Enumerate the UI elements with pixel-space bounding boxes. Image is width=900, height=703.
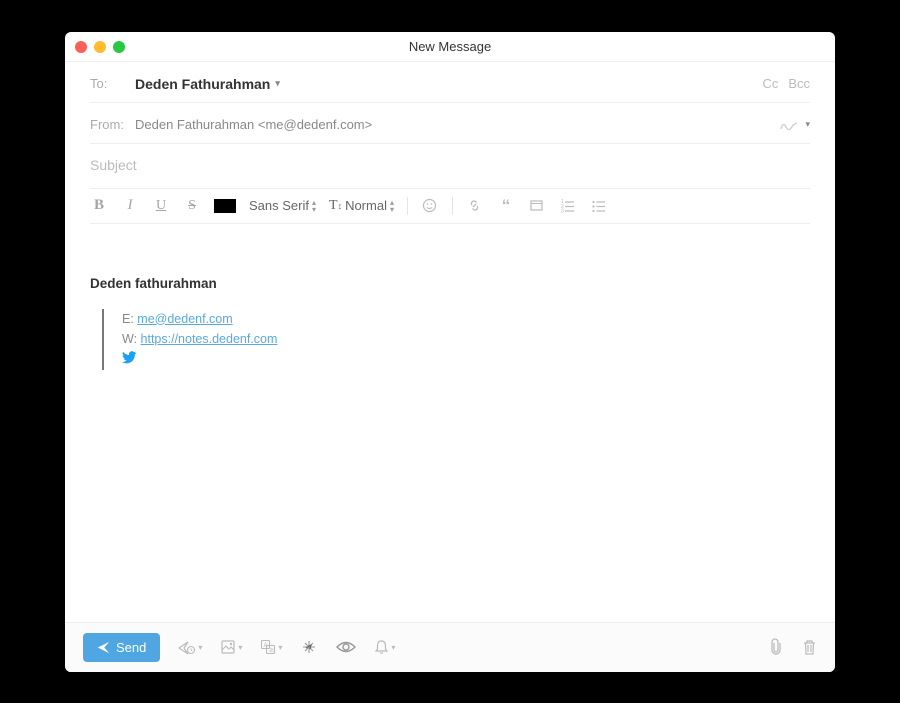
recipient-name: Deden Fathurahman: [135, 76, 270, 92]
emoji-button[interactable]: [421, 197, 439, 215]
compose-window: New Message To: Deden Fathurahman ▾ Cc B…: [65, 32, 835, 672]
format-toolbar: B I U S Sans Serif ▴▾ T↕ Normal ▴▾ “: [90, 189, 810, 224]
reminder-button[interactable]: ▾: [374, 639, 395, 655]
svg-text:3: 3: [561, 209, 564, 214]
read-receipt-button[interactable]: [336, 640, 356, 654]
from-row: From: Deden Fathurahman <me@dedenf.com> …: [90, 103, 810, 144]
signature-block: E: me@dedenf.com W: https://notes.dedenf…: [102, 309, 810, 370]
to-row: To: Deden Fathurahman ▾ Cc Bcc: [90, 62, 810, 103]
window-controls: [75, 41, 125, 53]
svg-text:あ: あ: [269, 648, 274, 654]
recipient-chip[interactable]: Deden Fathurahman ▾: [135, 76, 280, 92]
message-body[interactable]: Deden fathurahman E: me@dedenf.com W: ht…: [90, 224, 810, 622]
signature-web-line: W: https://notes.dedenf.com: [122, 329, 810, 349]
divider: [452, 197, 453, 215]
signature-email-link[interactable]: me@dedenf.com: [137, 312, 232, 326]
chevron-down-icon: ▾: [275, 78, 280, 89]
zoom-button[interactable]: [113, 41, 125, 53]
bottom-toolbar: Send ▾ ▾ Aあ ▾ ▾: [65, 622, 835, 672]
code-block-button[interactable]: [528, 197, 546, 215]
bcc-button[interactable]: Bcc: [788, 76, 810, 91]
cc-button[interactable]: Cc: [762, 76, 778, 91]
attachment-button[interactable]: [768, 638, 784, 656]
updown-icon: ▴▾: [390, 199, 394, 213]
signature-email-line: E: me@dedenf.com: [122, 309, 810, 329]
underline-button[interactable]: U: [152, 197, 170, 215]
to-label: To:: [90, 76, 135, 91]
minimize-button[interactable]: [94, 41, 106, 53]
text-color-button[interactable]: [214, 199, 236, 213]
strikethrough-button[interactable]: S: [183, 197, 201, 215]
divider: [407, 197, 408, 215]
numbered-list-button[interactable]: 123: [559, 197, 577, 215]
chevron-down-icon: ▾: [805, 119, 810, 130]
close-button[interactable]: [75, 41, 87, 53]
bullet-list-button[interactable]: [590, 197, 608, 215]
send-button[interactable]: Send: [83, 633, 160, 662]
window-title: New Message: [409, 39, 491, 54]
quote-button[interactable]: “: [497, 197, 515, 215]
text-size-icon: T↕: [329, 198, 342, 214]
send-icon: [97, 641, 110, 654]
trash-button[interactable]: [802, 638, 817, 656]
font-size-select[interactable]: T↕ Normal ▴▾: [329, 198, 394, 214]
compose-area: To: Deden Fathurahman ▾ Cc Bcc From: Ded…: [65, 62, 835, 622]
from-label: From:: [90, 117, 135, 132]
subject-input[interactable]: Subject: [90, 157, 137, 173]
template-button[interactable]: ▾: [220, 639, 242, 655]
font-family-select[interactable]: Sans Serif ▴▾: [249, 198, 316, 213]
from-value: Deden Fathurahman <me@dedenf.com>: [135, 117, 372, 132]
titlebar: New Message: [65, 32, 835, 62]
bold-button[interactable]: B: [90, 197, 108, 215]
subject-row[interactable]: Subject: [90, 144, 810, 189]
signature-name: Deden fathurahman: [90, 276, 810, 291]
italic-button[interactable]: I: [121, 197, 139, 215]
translate-button[interactable]: Aあ ▾: [260, 639, 282, 655]
send-later-button[interactable]: ▾: [178, 640, 202, 655]
twitter-icon[interactable]: [122, 351, 137, 364]
sparkle-button[interactable]: [300, 638, 318, 656]
signature-picker[interactable]: ▾: [779, 117, 810, 133]
signature-icon: [779, 117, 801, 133]
signature-web-link[interactable]: https://notes.dedenf.com: [141, 332, 278, 346]
link-button[interactable]: [466, 197, 484, 215]
updown-icon: ▴▾: [312, 199, 316, 213]
